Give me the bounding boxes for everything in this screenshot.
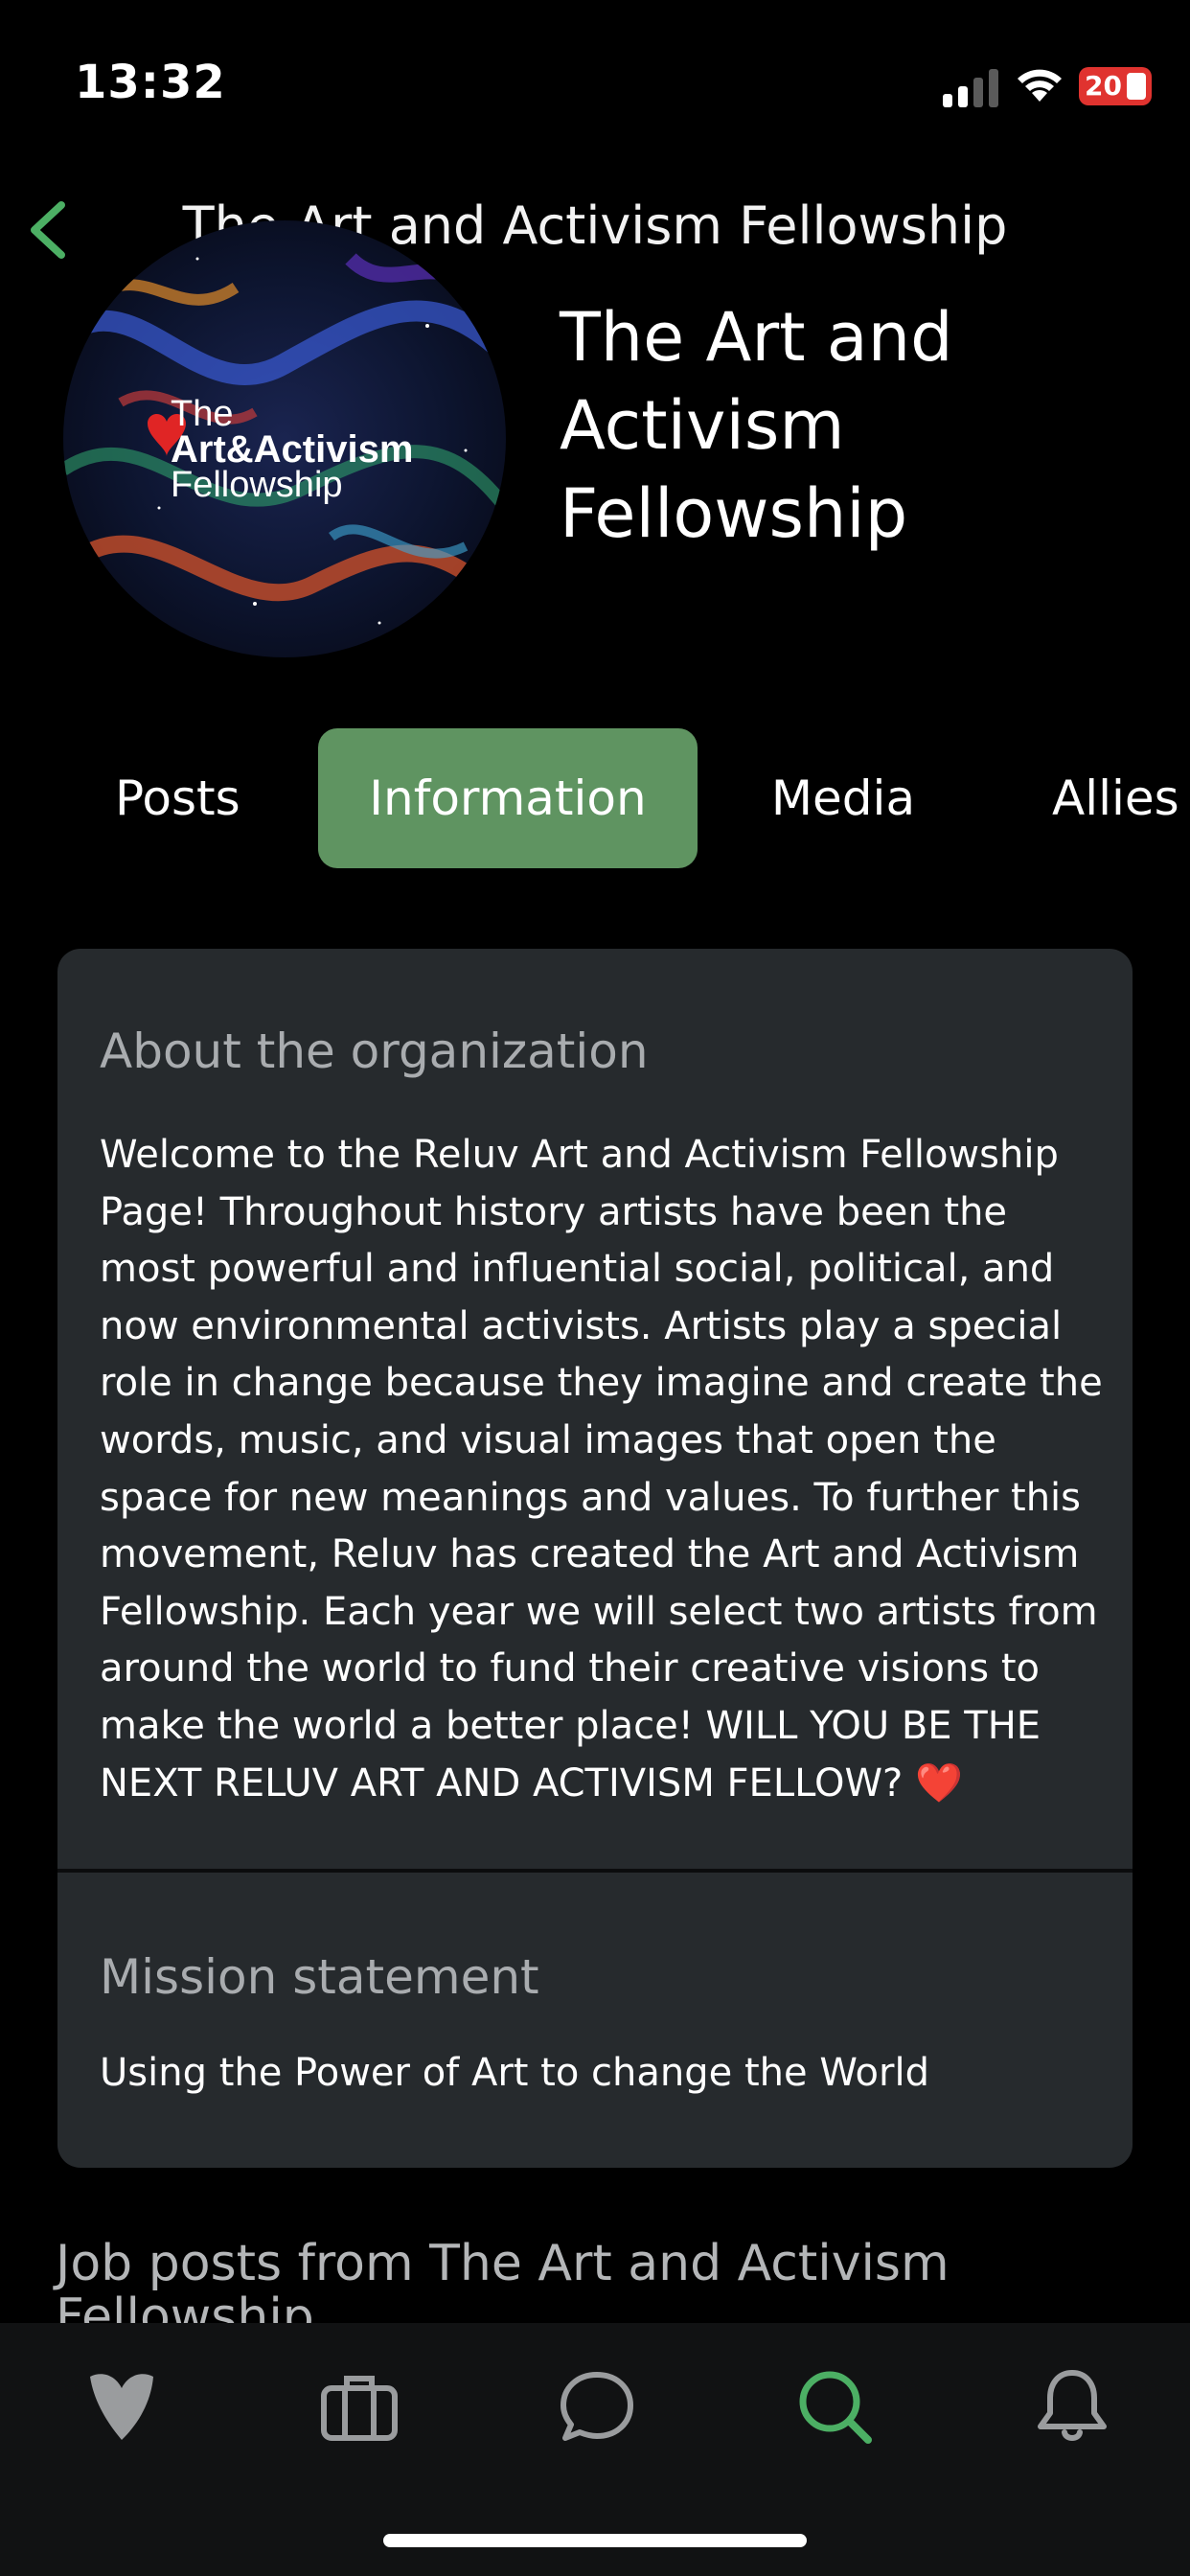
mission-text: Using the Power of Art to change the Wor… [100,2051,929,2095]
status-bar: 13:32 20 [0,0,1190,172]
organization-name: The Art and Activism Fellowship [560,298,953,553]
home-indicator[interactable] [383,2534,807,2547]
search-icon[interactable] [791,2363,878,2450]
tab-allies[interactable]: Allies [1035,728,1190,868]
battery-indicator: 20 [1079,67,1152,105]
battery-level: 20 [1085,70,1122,102]
mission-title: Mission statement [100,1949,539,2005]
information-card: About the organization Welcome to the Re… [57,949,1133,2168]
wifi-icon [1018,69,1062,102]
tab-posts[interactable]: Posts [57,728,297,868]
tab-information[interactable]: Information [318,728,698,868]
about-text: Welcome to the Reluv Art and Activism Fe… [100,1133,1103,1806]
status-time: 13:32 [75,56,226,109]
heart-icon[interactable] [79,2363,165,2450]
chat-icon[interactable] [554,2363,640,2450]
profile-tabs: Posts Information Media Allies [0,728,1190,868]
battery-bolt-icon [1127,73,1146,100]
briefcase-icon[interactable] [316,2363,402,2450]
logo-text-line3: Fellowship [171,465,343,505]
about-title: About the organization [100,1024,649,1079]
tab-media[interactable]: Media [728,728,958,868]
organization-logo: The Art&Activism Fellowship [63,220,506,657]
signal-icon [943,69,998,107]
bell-icon[interactable] [1029,2363,1115,2450]
divider [57,1869,1133,1873]
